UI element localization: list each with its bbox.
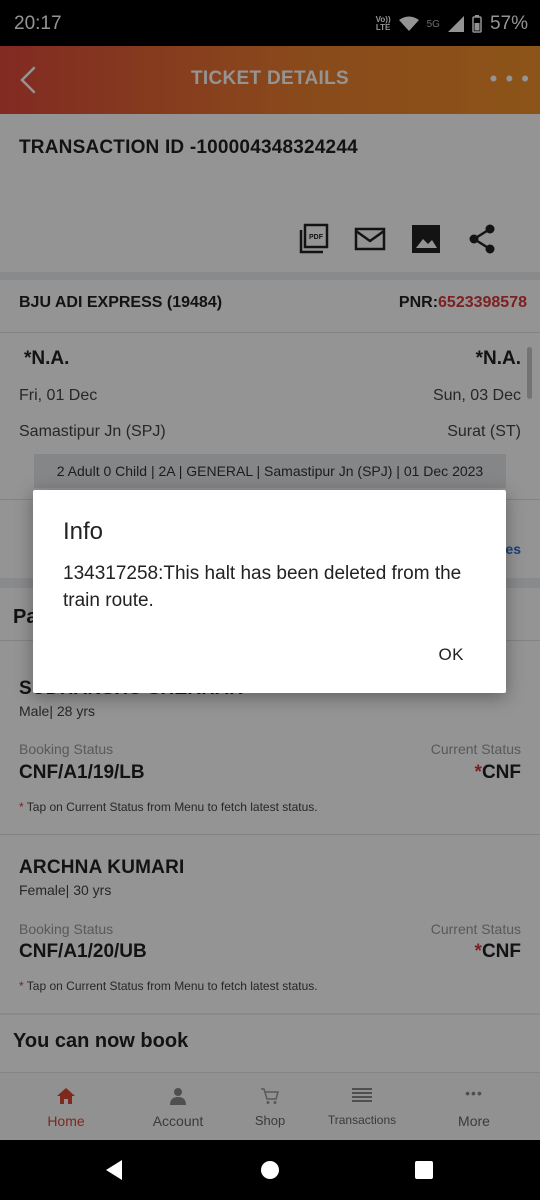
system-home-icon[interactable] [260, 1160, 280, 1180]
ok-button[interactable]: OK [438, 645, 464, 665]
system-recents-icon[interactable] [414, 1160, 434, 1180]
dialog-title: Info [63, 518, 104, 545]
dialog-message: 134317258:This halt has been deleted fro… [63, 563, 462, 611]
system-back-icon[interactable] [104, 1159, 124, 1181]
info-dialog: Info 134317258:This halt has been delete… [33, 490, 506, 693]
system-navigation-bar [0, 1140, 540, 1200]
